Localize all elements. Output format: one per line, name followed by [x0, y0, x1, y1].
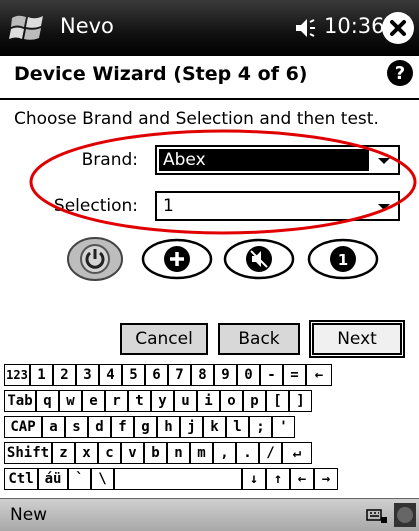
new-menu[interactable]: New — [10, 505, 47, 525]
keyboard-icon[interactable] — [366, 505, 388, 525]
key-up[interactable]: ↑ — [266, 468, 290, 490]
key[interactable]: g — [134, 416, 157, 438]
key[interactable]: 6 — [145, 364, 168, 386]
key[interactable]: a — [42, 416, 65, 438]
svg-text:?: ? — [395, 63, 405, 84]
key[interactable]: u — [174, 390, 197, 412]
key-123[interactable]: 123 — [4, 364, 30, 386]
key[interactable]: ] — [289, 390, 312, 412]
sip-toggle-icon[interactable] — [394, 503, 416, 527]
key-ctrl[interactable]: Ctl — [4, 468, 38, 490]
key[interactable]: 8 — [191, 364, 214, 386]
key-backspace[interactable]: ← — [306, 364, 332, 386]
key[interactable]: z — [52, 442, 75, 464]
page-title: Device Wizard (Step 4 of 6) — [14, 63, 308, 85]
close-icon[interactable] — [382, 12, 414, 44]
key[interactable]: = — [283, 364, 306, 386]
key[interactable]: q — [36, 390, 59, 412]
key[interactable]: d — [88, 416, 111, 438]
key[interactable]: , — [213, 442, 236, 464]
key[interactable]: x — [75, 442, 98, 464]
key[interactable]: v — [121, 442, 144, 464]
clock[interactable]: 10:36 — [324, 14, 385, 38]
cancel-button[interactable]: Cancel — [120, 323, 208, 355]
key[interactable]: ; — [249, 416, 272, 438]
keyboard-row-5: Ctl áü ` \ ↓ ↑ ← → — [4, 468, 416, 490]
key[interactable]: n — [167, 442, 190, 464]
key-left[interactable]: ← — [290, 468, 314, 490]
key[interactable]: p — [243, 390, 266, 412]
menu-bar: New — [0, 498, 419, 531]
key[interactable]: b — [144, 442, 167, 464]
key[interactable]: y — [151, 390, 174, 412]
back-button[interactable]: Back — [218, 323, 300, 355]
title-bar: Nevo 10:36 — [0, 0, 419, 56]
next-button[interactable]: Next — [309, 320, 405, 358]
key[interactable]: 0 — [237, 364, 260, 386]
key-space[interactable] — [114, 468, 242, 490]
key[interactable]: [ — [266, 390, 289, 412]
key[interactable]: 4 — [99, 364, 122, 386]
key-down[interactable]: ↓ — [242, 468, 266, 490]
key[interactable]: j — [180, 416, 203, 438]
power-button[interactable] — [66, 236, 124, 282]
highlight-ellipse — [29, 129, 417, 235]
key[interactable]: 5 — [122, 364, 145, 386]
key[interactable]: c — [98, 442, 121, 464]
key[interactable]: 9 — [214, 364, 237, 386]
header-divider — [0, 98, 419, 100]
key[interactable]: 1 — [30, 364, 53, 386]
key-shift[interactable]: Shift — [4, 442, 52, 464]
key[interactable]: 2 — [53, 364, 76, 386]
windows-flag-icon[interactable] — [8, 8, 48, 48]
key-tab[interactable]: Tab — [4, 390, 36, 412]
key[interactable]: l — [226, 416, 249, 438]
key[interactable]: ' — [272, 416, 295, 438]
key[interactable]: k — [203, 416, 226, 438]
key-caps[interactable]: CAP — [4, 416, 42, 438]
key[interactable]: o — [220, 390, 243, 412]
key[interactable]: m — [190, 442, 213, 464]
keyboard-row-2: Tab q w e r t y u i o p [ ] — [4, 390, 416, 412]
mute-button[interactable] — [222, 236, 296, 282]
key[interactable]: w — [59, 390, 82, 412]
plus-button[interactable] — [140, 236, 214, 282]
key[interactable]: s — [65, 416, 88, 438]
soft-keyboard: 123 1 2 3 4 5 6 7 8 9 0 - = ← Tab q w e … — [4, 364, 416, 494]
key[interactable]: - — [260, 364, 283, 386]
key[interactable]: i — [197, 390, 220, 412]
key[interactable]: 3 — [76, 364, 99, 386]
question-icon[interactable]: ? — [386, 59, 414, 87]
key[interactable]: f — [111, 416, 134, 438]
app-title: Nevo — [60, 14, 114, 38]
key-intl[interactable]: áü — [38, 468, 68, 490]
key-right[interactable]: → — [314, 468, 338, 490]
key[interactable]: t — [128, 390, 151, 412]
key[interactable]: r — [105, 390, 128, 412]
key[interactable]: / — [259, 442, 282, 464]
key[interactable]: ` — [68, 468, 91, 490]
button-1-label: 1 — [338, 251, 348, 269]
keyboard-row-3: CAP a s d f g h j k l ; ' — [4, 416, 416, 438]
key[interactable]: \ — [91, 468, 114, 490]
keyboard-row-4: Shift z x c v b n m , . / ↵ — [4, 442, 416, 464]
key-enter[interactable]: ↵ — [282, 442, 312, 464]
key[interactable]: . — [236, 442, 259, 464]
key[interactable]: e — [82, 390, 105, 412]
instruction-text: Choose Brand and Selection and then test… — [14, 109, 379, 129]
button-1[interactable]: 1 — [306, 236, 380, 282]
key[interactable]: 7 — [168, 364, 191, 386]
keyboard-row-1: 123 1 2 3 4 5 6 7 8 9 0 - = ← — [4, 364, 416, 386]
speaker-icon[interactable] — [292, 14, 320, 42]
key[interactable]: h — [157, 416, 180, 438]
